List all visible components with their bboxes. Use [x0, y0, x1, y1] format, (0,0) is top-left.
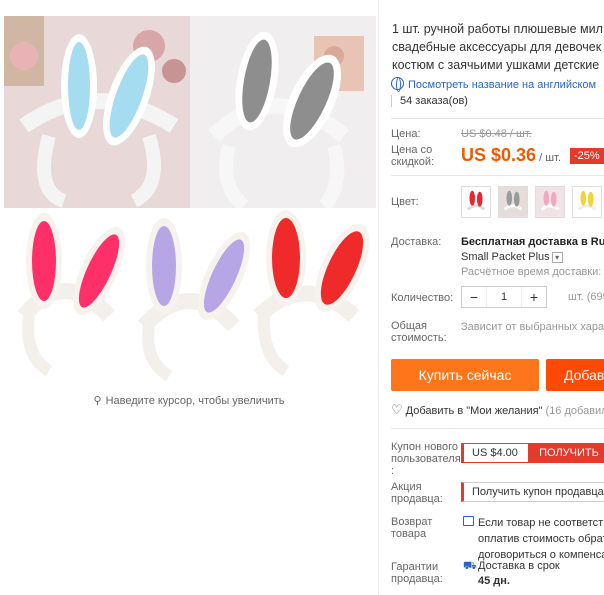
- quantity-increase-button[interactable]: +: [522, 287, 546, 307]
- coupon-amount: US $4.00: [461, 443, 529, 463]
- shipping-label: Доставка:: [391, 236, 442, 248]
- globe-icon: [391, 77, 404, 92]
- divider: [391, 118, 604, 119]
- seller-promo-label: Акция продавца:: [391, 481, 443, 505]
- old-price: US $0.48 / шт.: [461, 128, 532, 140]
- product-image[interactable]: [4, 16, 376, 386]
- shipping-time: Расчётное время доставки: 29: [461, 266, 604, 278]
- discount-price-label: Цена со скидкой:: [391, 144, 435, 168]
- color-label: Цвет:: [391, 196, 419, 208]
- color-swatch-red[interactable]: [461, 186, 491, 218]
- title-line: свадебные аксессуары для девочек П: [392, 40, 604, 54]
- discount-price-value: US $0.36: [461, 145, 537, 165]
- add-to-cart-button[interactable]: Добавить: [546, 359, 604, 391]
- color-swatch-yellow[interactable]: [572, 186, 602, 218]
- zoom-hint: ⚲ Наведите курсор, чтобы увеличить: [0, 394, 378, 407]
- quantity-decrease-button[interactable]: −: [462, 287, 486, 307]
- buy-now-button[interactable]: Купить сейчас: [391, 359, 539, 391]
- add-to-wishlist-link[interactable]: ♡Добавить в "Мои желания" (16 добавили): [391, 402, 604, 418]
- get-coupon-button[interactable]: ПОЛУЧИТЬ: [529, 443, 604, 463]
- color-swatch-grey[interactable]: [498, 186, 528, 218]
- discount-price: US $0.36 / шт.: [461, 145, 561, 166]
- translate-link-text: Посмотреть название на английском: [408, 79, 597, 91]
- quantity-label: Количество:: [391, 292, 454, 304]
- price-unit: / шт.: [536, 152, 561, 164]
- quantity-input[interactable]: 1: [486, 287, 522, 307]
- product-gallery: ⚲ Наведите курсор, чтобы увеличить: [0, 0, 378, 420]
- wishlist-count: (16 добавили): [545, 405, 604, 417]
- new-user-coupon-label: Купон нового пользователя :: [391, 441, 461, 477]
- returns-label: Возврат товара: [391, 516, 433, 540]
- translate-link[interactable]: Посмотреть название на английском: [391, 77, 597, 92]
- guarantee-label: Гарантии продавца:: [391, 561, 443, 585]
- product-info-panel: 1 шт. ручной работы плюшевые мил свадебн…: [378, 0, 604, 595]
- divider: [391, 428, 604, 429]
- product-title: 1 шт. ручной работы плюшевые мил свадебн…: [392, 20, 604, 74]
- zoom-hint-text: Наведите курсор, чтобы увеличить: [105, 395, 285, 407]
- magnifier-icon: ⚲: [93, 395, 102, 407]
- wishlist-text: Добавить в "Мои желания": [405, 405, 543, 417]
- total-label: Общая стоимость:: [391, 320, 447, 344]
- seller-coupon-select[interactable]: Получить купон продавца ▾: [461, 482, 604, 502]
- returns-policy: Если товар не соответствуе оплатив стоим…: [478, 517, 604, 561]
- discount-badge: -25%: [570, 148, 604, 164]
- quantity-stepper: − 1 +: [461, 286, 547, 308]
- total-value: Зависит от выбранных характ: [461, 321, 604, 333]
- title-line: 1 шт. ручной работы плюшевые мил: [392, 22, 603, 36]
- shipping-method-text: Small Packet Plus: [461, 251, 550, 263]
- delivery-truck-icon: ⛟: [463, 560, 477, 572]
- heart-icon: ♡: [391, 402, 403, 417]
- seller-coupon-text: Получить купон продавца: [472, 486, 604, 498]
- chevron-down-icon: ▾: [551, 252, 563, 263]
- stock-available: шт. (69932 п: [568, 291, 604, 303]
- divider: [391, 175, 604, 176]
- shipping-title: Бесплатная доставка в Russi: [461, 236, 604, 248]
- guarantee-info: Доставка в срок 45 дн.: [478, 560, 560, 587]
- return-icon: [463, 516, 474, 526]
- title-line: костюм с заячьими ушками детские: [392, 58, 600, 72]
- price-label: Цена:: [391, 128, 421, 140]
- shipping-method-select[interactable]: Small Packet Plus ▾: [461, 251, 563, 263]
- orders-count: 54 заказа(ов): [391, 95, 468, 107]
- color-swatch-pink[interactable]: [535, 186, 565, 218]
